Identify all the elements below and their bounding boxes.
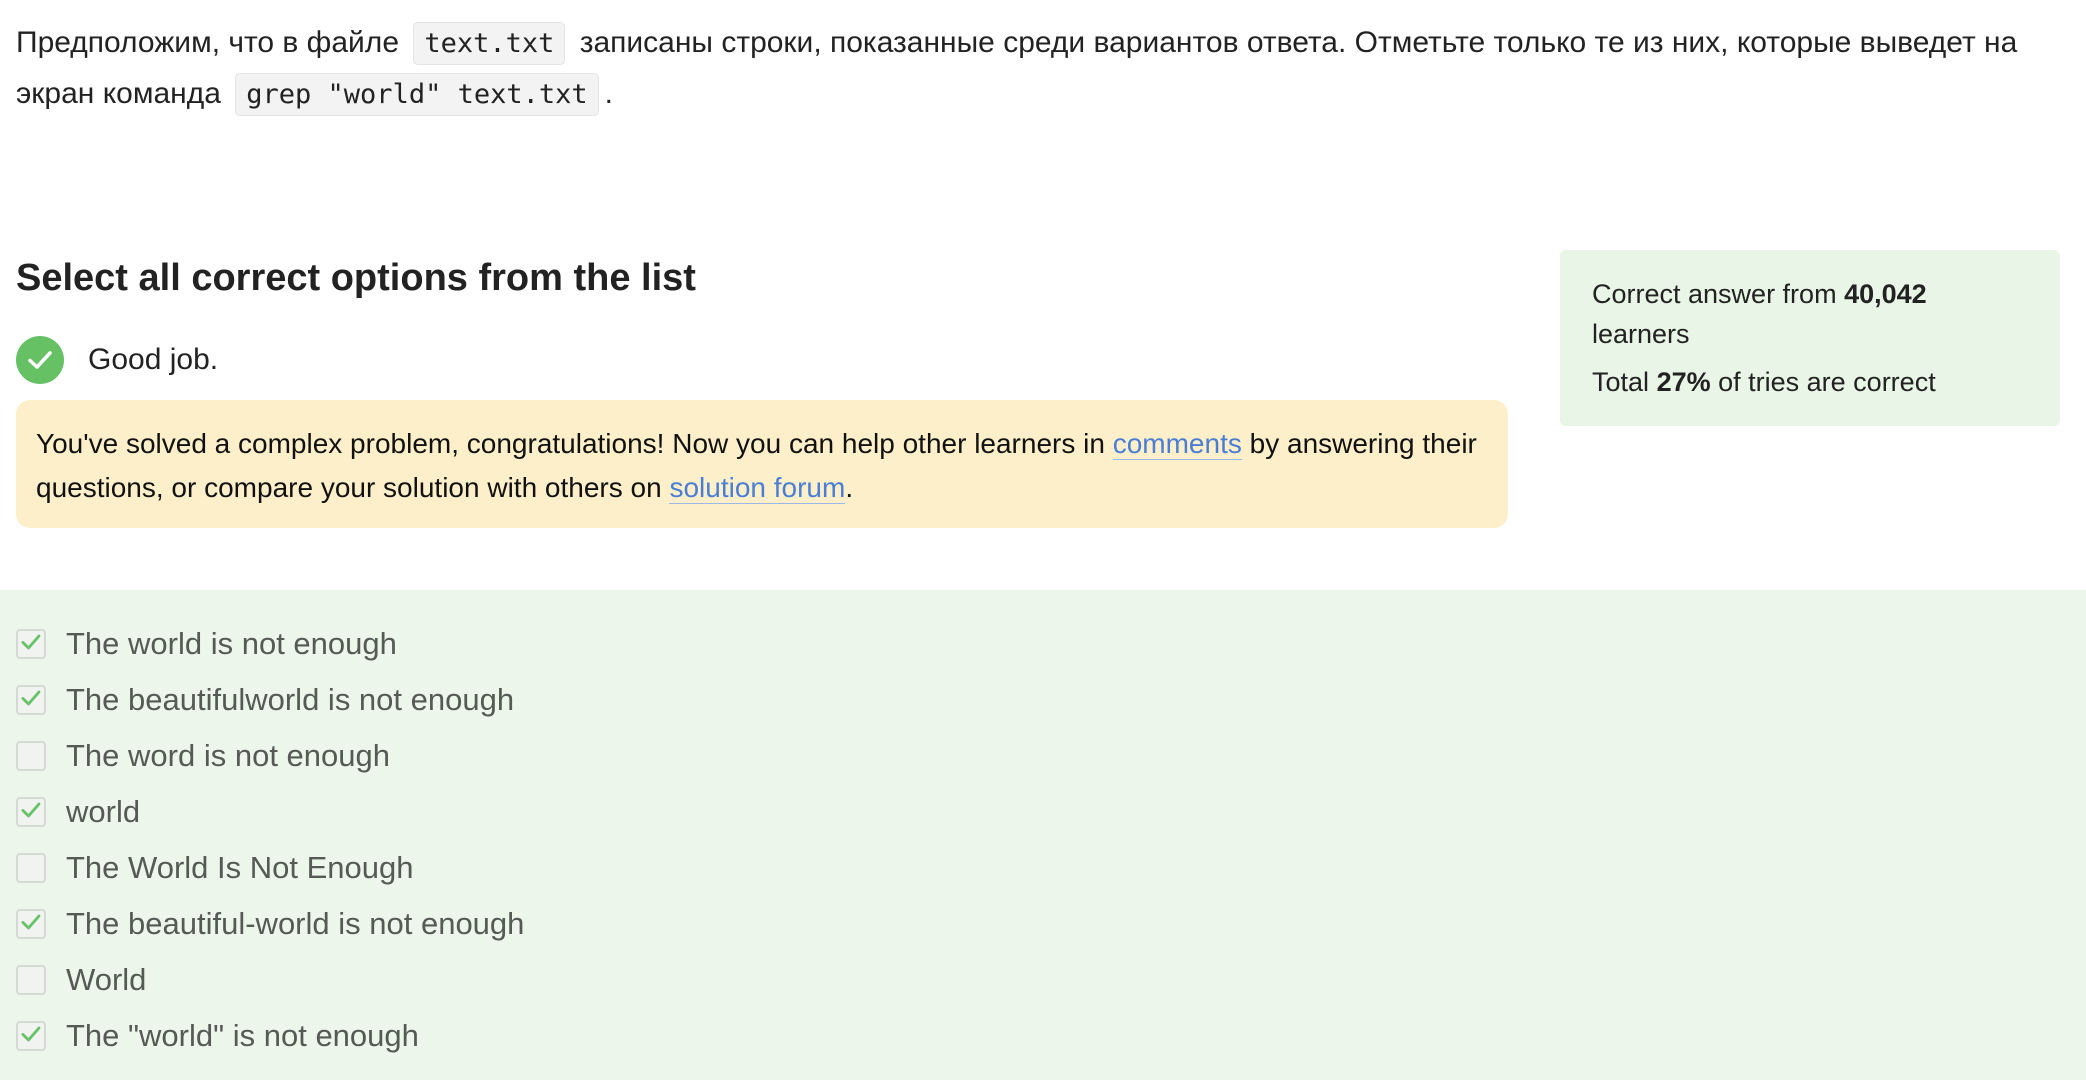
- stats-learners: Correct answer from 40,042 learners: [1592, 274, 2028, 354]
- checkbox[interactable]: [16, 797, 46, 827]
- checkbox[interactable]: [16, 965, 46, 995]
- question-part-3: .: [604, 77, 613, 110]
- option-item[interactable]: The beautifulworld is not enough: [16, 680, 514, 720]
- stats-percent: Total 27% of tries are correct: [1592, 362, 2028, 402]
- checkbox[interactable]: [16, 741, 46, 771]
- question-text: Предположим, что в файле text.txt записа…: [16, 18, 2056, 120]
- option-label: The world is not enough: [66, 626, 397, 661]
- option-label: The "world" is not enough: [66, 1018, 419, 1053]
- question-part-1: Предположим, что в файле: [16, 26, 399, 59]
- option-label: world: [66, 794, 141, 829]
- correct-percent: 27%: [1656, 367, 1711, 397]
- stats-percent-suffix: of tries are correct: [1718, 367, 1936, 397]
- checkbox[interactable]: [16, 629, 46, 659]
- notice-text-1: You've solved a complex problem, congrat…: [36, 428, 1105, 459]
- checkmark-icon: [19, 686, 43, 715]
- options-list: The world is not enough The beautifulwor…: [0, 590, 2086, 1080]
- code-filename: text.txt: [413, 22, 566, 65]
- checkmark-icon: [19, 630, 43, 659]
- learners-count: 40,042: [1844, 279, 1927, 309]
- option-item[interactable]: The beautiful-world is not enough: [16, 904, 524, 944]
- checkbox[interactable]: [16, 853, 46, 883]
- option-label: The word is not enough: [66, 738, 390, 773]
- checkmark-icon: [19, 798, 43, 827]
- checkbox[interactable]: [16, 685, 46, 715]
- section-heading: Select all correct options from the list: [16, 257, 696, 299]
- checkbox[interactable]: [16, 1021, 46, 1051]
- option-item[interactable]: The "world" is not enough: [16, 1016, 419, 1056]
- option-label: World: [66, 962, 147, 997]
- stats-percent-prefix: Total: [1592, 367, 1650, 397]
- option-item[interactable]: World: [16, 960, 146, 1000]
- option-item[interactable]: world: [16, 792, 140, 832]
- code-command: grep "world" text.txt: [235, 73, 599, 116]
- congratulations-notice: You've solved a complex problem, congrat…: [16, 400, 1508, 528]
- option-label: The beautifulworld is not enough: [66, 682, 515, 717]
- checkbox[interactable]: [16, 909, 46, 939]
- stats-learners-prefix: Correct answer from: [1592, 279, 1837, 309]
- option-item[interactable]: The word is not enough: [16, 736, 390, 776]
- good-job-text: Good job.: [88, 343, 219, 376]
- option-label: The World Is Not Enough: [66, 850, 414, 885]
- stats-panel: Correct answer from 40,042 learners Tota…: [1560, 250, 2060, 426]
- feedback-status: Good job.: [16, 336, 218, 384]
- notice-text-3: .: [845, 472, 854, 503]
- stats-learners-suffix: learners: [1592, 319, 1690, 349]
- success-check-icon: [16, 336, 64, 384]
- option-label: The beautiful-world is not enough: [66, 906, 525, 941]
- comments-link[interactable]: comments: [1112, 428, 1242, 460]
- option-item[interactable]: The World Is Not Enough: [16, 848, 414, 888]
- checkmark-icon: [19, 910, 43, 939]
- solution-forum-link[interactable]: solution forum: [669, 472, 846, 504]
- option-item[interactable]: The world is not enough: [16, 624, 397, 664]
- checkmark-icon: [19, 1022, 43, 1051]
